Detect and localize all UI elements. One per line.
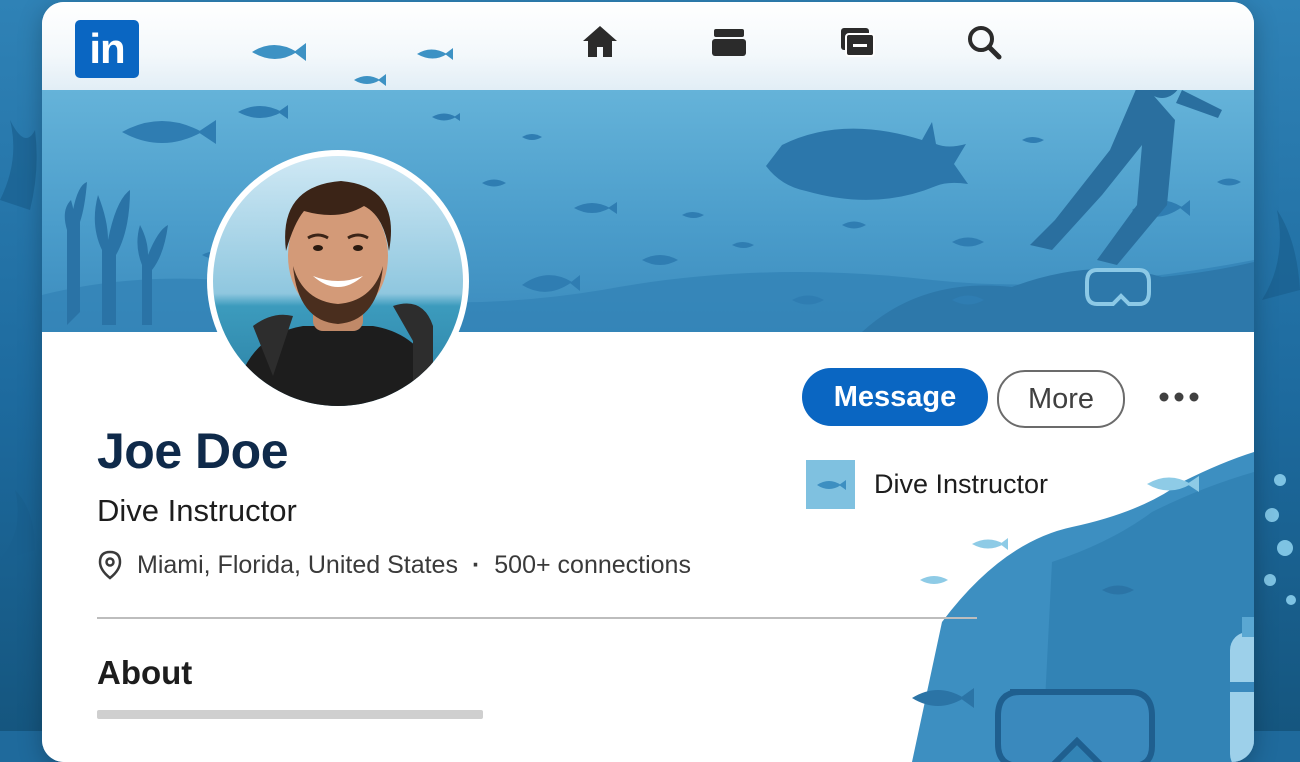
fish-icon: [816, 479, 846, 490]
location-row: Miami, Florida, United States · 500+ con…: [97, 550, 691, 580]
message-button[interactable]: Message: [802, 368, 988, 426]
top-nav-bar: in: [42, 2, 1254, 90]
current-position-label: Dive Instructor: [874, 469, 1049, 499]
location-text: Miami, Florida, United States: [137, 550, 458, 579]
connections-count[interactable]: 500+ connections: [494, 551, 691, 580]
topbar-fish-decoration: [252, 43, 453, 86]
linkedin-logo[interactable]: in: [75, 20, 139, 78]
company-logo: [806, 460, 855, 509]
avatar-photo: [213, 156, 463, 406]
briefcase-icon[interactable]: [709, 22, 749, 62]
more-button[interactable]: More: [997, 370, 1125, 428]
section-divider: [97, 617, 977, 619]
overflow-menu-icon[interactable]: [1154, 382, 1204, 412]
about-heading: About: [97, 654, 193, 691]
current-position[interactable]: Dive Instructor: [806, 460, 1048, 509]
messaging-icon[interactable]: [837, 22, 877, 62]
profile-name: Joe Doe: [97, 423, 289, 479]
search-icon[interactable]: [964, 22, 1004, 62]
location-pin-icon: [98, 550, 122, 580]
profile-avatar[interactable]: [207, 150, 469, 412]
location-separator: ·: [471, 550, 481, 579]
profile-card: in Joe Doe Dive Instructor Miami, Florid…: [42, 2, 1254, 762]
about-placeholder-line: [97, 710, 483, 719]
profile-headline: Dive Instructor: [97, 493, 297, 528]
home-icon[interactable]: [580, 22, 620, 62]
